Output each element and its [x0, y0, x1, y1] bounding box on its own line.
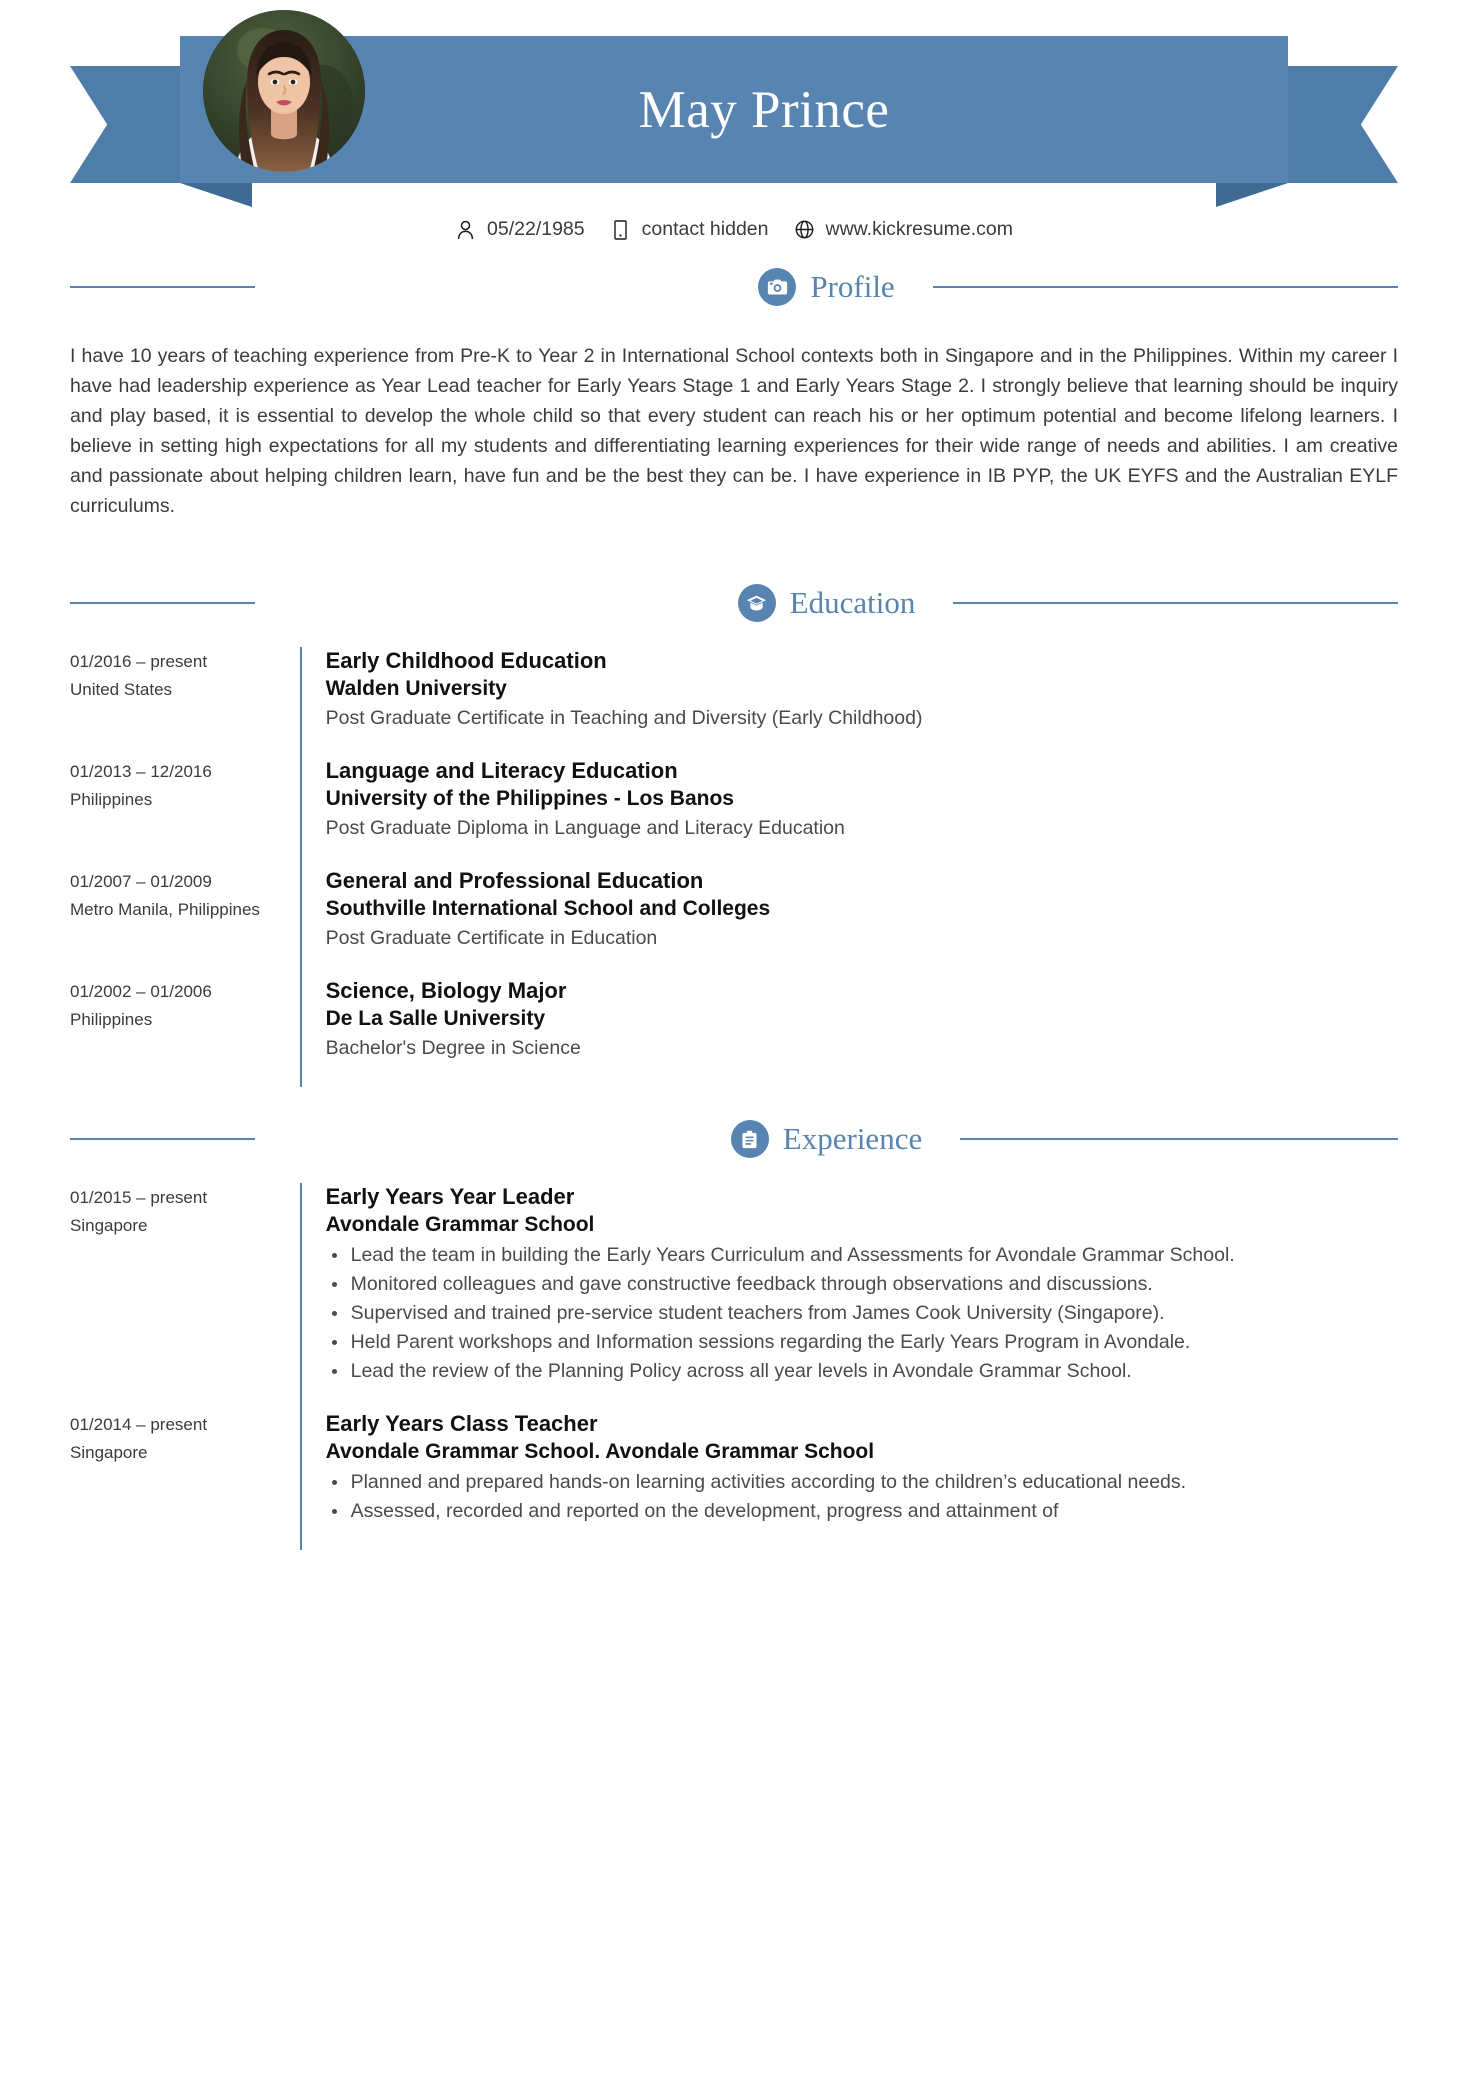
- entry-organization: University of the Philippines - Los Bano…: [325, 787, 734, 810]
- entry-period: 01/2007 – 01/2009: [70, 872, 212, 891]
- entry-location: Philippines: [70, 1010, 153, 1029]
- ribbon-notch-right: [1216, 183, 1288, 207]
- list-item: Planned and prepared hands-on learning a…: [326, 1468, 1398, 1497]
- entry-title: Science, Biology Major: [325, 978, 567, 1003]
- website-value[interactable]: www.kickresume.com: [826, 218, 1013, 241]
- avatar: [203, 10, 365, 172]
- profile-section-title: Profile: [810, 269, 895, 304]
- profile-text: I have 10 years of teaching experience f…: [70, 345, 1398, 517]
- entry-meta: 01/2015 – present Singapore: [70, 1183, 300, 1410]
- experience-entry: 01/2015 – present Singapore Early Years …: [70, 1183, 1398, 1410]
- entry-organization: Avondale Grammar School: [325, 1213, 595, 1236]
- entry-location: Philippines: [70, 790, 153, 809]
- entry-location: Singapore: [70, 1216, 148, 1235]
- divider-left: [70, 602, 255, 604]
- entry-location: United States: [70, 680, 173, 699]
- globe-icon: [794, 219, 815, 241]
- divider-right: [960, 1138, 1399, 1140]
- entry-organization: Avondale Grammar School. Avondale Gramma…: [325, 1440, 875, 1463]
- spacer-education-experience: [0, 1087, 1468, 1117]
- entry-period: 01/2013 – 12/2016: [70, 762, 212, 781]
- entry-body: Early Years Class Teacher Avondale Gramm…: [302, 1410, 1398, 1550]
- entry-subtitle: Post Graduate Diploma in Language and Li…: [325, 817, 845, 839]
- list-item: Supervised and trained pre-service stude…: [326, 1299, 1398, 1328]
- contact-item-phone: contact hidden: [610, 218, 769, 241]
- entry-location: Singapore: [70, 1443, 148, 1462]
- entry-title: Early Years Class Teacher: [325, 1411, 598, 1436]
- list-item: Lead the team in building the Early Year…: [326, 1241, 1398, 1270]
- education-section-header: Education: [0, 581, 1468, 625]
- spacer-profile-education: [0, 521, 1468, 581]
- entry-meta: 01/2014 – present Singapore: [70, 1410, 300, 1550]
- entry-title: General and Professional Education: [325, 868, 704, 893]
- section-experience: Experience 01/2015 – present Singapore E…: [0, 1117, 1468, 1550]
- education-entry: 01/2016 – present United States Early Ch…: [70, 647, 1398, 757]
- education-entry: 01/2002 – 01/2006 Philippines Science, B…: [70, 977, 1398, 1087]
- entry-organization: De La Salle University: [325, 1007, 546, 1030]
- education-entry: 01/2013 – 12/2016 Philippines Language a…: [70, 757, 1398, 867]
- contact-line: 05/22/1985 contact hidden www.kickresume…: [0, 218, 1468, 241]
- entry-organization: Walden University: [325, 677, 507, 700]
- entry-meta: 01/2013 – 12/2016 Philippines: [70, 757, 300, 867]
- phone-value: contact hidden: [641, 218, 769, 240]
- entry-bullet-list: Planned and prepared hands-on learning a…: [326, 1468, 1398, 1526]
- education-section-title: Education: [789, 585, 916, 620]
- birthdate-value: 05/22/1985: [487, 218, 585, 240]
- entry-period: 01/2002 – 01/2006: [70, 982, 212, 1001]
- entry-subtitle: Post Graduate Certificate in Teaching an…: [325, 707, 923, 729]
- entry-body: Language and Literacy Education Universi…: [302, 757, 1398, 867]
- resume-header: May Prince 05/22/1985 contact hidden www…: [0, 0, 1468, 265]
- entry-subtitle: Bachelor's Degree in Science: [325, 1037, 581, 1059]
- divider-right: [953, 602, 1398, 604]
- entry-meta: 01/2016 – present United States: [70, 647, 300, 757]
- contact-item-birthdate: 05/22/1985: [455, 218, 585, 241]
- experience-section-title: Experience: [782, 1121, 923, 1156]
- experience-entries: 01/2015 – present Singapore Early Years …: [0, 1183, 1468, 1550]
- entry-subtitle: Post Graduate Certificate in Education: [325, 927, 658, 949]
- entry-meta: 01/2007 – 01/2009 Metro Manila, Philippi…: [70, 867, 300, 977]
- person-icon: [455, 219, 476, 241]
- entry-body: Early Childhood Education Walden Univers…: [302, 647, 1398, 757]
- list-item: Held Parent workshops and Information se…: [326, 1328, 1398, 1357]
- divider-left: [70, 1138, 255, 1140]
- education-entry: 01/2007 – 01/2009 Metro Manila, Philippi…: [70, 867, 1398, 977]
- ribbon-notch-left: [180, 183, 252, 207]
- page-title: May Prince: [638, 80, 890, 139]
- entry-meta: 01/2002 – 01/2006 Philippines: [70, 977, 300, 1087]
- entry-period: 01/2015 – present: [70, 1188, 208, 1207]
- entry-body: General and Professional Education South…: [302, 867, 1398, 977]
- entry-period: 01/2014 – present: [70, 1415, 208, 1434]
- section-education: Education 01/2016 – present United State…: [0, 581, 1468, 1087]
- graduation-cap-icon: [737, 584, 776, 622]
- entry-title: Early Childhood Education: [325, 648, 607, 673]
- contact-item-website[interactable]: www.kickresume.com: [794, 218, 1013, 241]
- divider-right: [932, 286, 1398, 288]
- education-entries: 01/2016 – present United States Early Ch…: [0, 647, 1468, 1087]
- profile-section-header: Profile: [0, 265, 1468, 309]
- section-profile: Profile I have 10 years of teaching expe…: [0, 265, 1468, 521]
- entry-organization: Southville International School and Coll…: [325, 897, 771, 920]
- briefcase-icon: [730, 1120, 769, 1158]
- entry-bullet-list: Lead the team in building the Early Year…: [326, 1241, 1398, 1386]
- list-item: Monitored colleagues and gave constructi…: [326, 1270, 1398, 1299]
- entry-body: Early Years Year Leader Avondale Grammar…: [302, 1183, 1398, 1410]
- entry-body: Science, Biology Major De La Salle Unive…: [302, 977, 1398, 1087]
- list-item: Lead the review of the Planning Policy a…: [326, 1357, 1398, 1386]
- entry-title: Early Years Year Leader: [325, 1184, 575, 1209]
- entry-title: Language and Literacy Education: [325, 758, 678, 783]
- experience-section-header: Experience: [0, 1117, 1468, 1161]
- entry-period: 01/2016 – present: [70, 652, 208, 671]
- divider-left: [70, 286, 255, 288]
- entry-location: Metro Manila, Philippines: [70, 900, 260, 919]
- phone-icon: [610, 219, 631, 241]
- experience-entry: 01/2014 – present Singapore Early Years …: [70, 1410, 1398, 1550]
- list-item: Assessed, recorded and reported on the d…: [326, 1497, 1398, 1526]
- camera-icon: [758, 268, 797, 306]
